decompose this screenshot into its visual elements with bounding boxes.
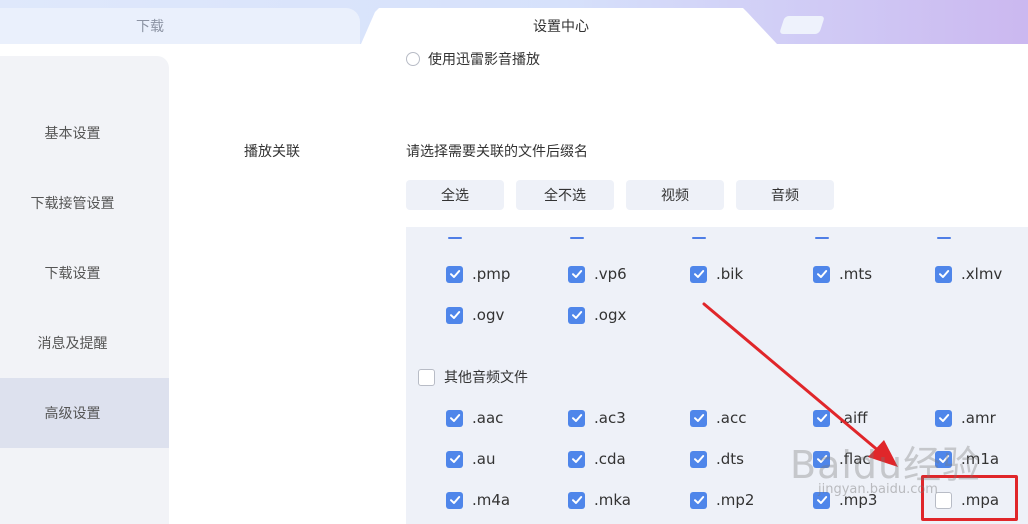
section-hint: 请选择需要关联的文件后缀名 [406, 144, 588, 160]
new-tab-button[interactable] [779, 16, 825, 34]
tab-download-label: 下载 [136, 19, 164, 35]
ext-label: .amr [961, 409, 996, 427]
checkbox-checked[interactable] [568, 265, 585, 283]
checkbox-checked[interactable] [446, 265, 463, 283]
sidebar-item-label: 高级设置 [44, 406, 101, 422]
ext-label: .mka [594, 491, 631, 509]
checkbox-checked[interactable] [690, 265, 707, 283]
ext-checkbox-mts[interactable]: .mts [813, 265, 872, 283]
ext-checkbox-ac3[interactable]: .ac3 [568, 409, 626, 427]
ext-checkbox-vp6[interactable]: .vp6 [568, 265, 627, 283]
ext-label: .pmp [472, 265, 511, 283]
ext-label: .acc [716, 409, 747, 427]
checkbox-checked[interactable] [813, 265, 830, 283]
select-all-button[interactable]: 全选 [406, 180, 504, 210]
sidebar-item-label: 下载接管设置 [30, 196, 115, 212]
ext-checkbox-dts[interactable]: .dts [690, 450, 744, 468]
checkbox-checked[interactable] [568, 491, 585, 509]
audio-group-checkbox[interactable]: 其他音频文件 [418, 367, 528, 387]
ext-label: .mpa [961, 491, 1000, 509]
sidebar-item-notifications[interactable]: 消息及提醒 [0, 308, 169, 378]
scrolled-checkbox-edge [570, 237, 584, 239]
ext-label: .ogx [594, 306, 627, 324]
group-title-label: 其他音频文件 [444, 370, 528, 386]
section-label: 播放关联 [244, 144, 300, 160]
sidebar-item-advanced[interactable]: 高级设置 [0, 378, 169, 448]
ext-checkbox-pmp[interactable]: .pmp [446, 265, 510, 283]
checkbox-checked[interactable] [813, 409, 830, 427]
ext-label: .ogv [472, 306, 505, 324]
checkbox-checked[interactable] [568, 409, 585, 427]
ext-label: .aiff [839, 409, 868, 427]
ext-checkbox-mpa[interactable]: .mpa [935, 491, 999, 509]
video-filter-button[interactable]: 视频 [626, 180, 724, 210]
checkbox-checked[interactable] [935, 409, 952, 427]
ext-checkbox-aiff[interactable]: .aiff [813, 409, 867, 427]
checkbox-checked[interactable] [935, 265, 952, 283]
checkbox-checked[interactable] [446, 409, 463, 427]
ext-checkbox-ogx[interactable]: .ogx [568, 306, 626, 324]
checkbox-checked[interactable] [446, 491, 463, 509]
ext-label: .vp6 [594, 265, 627, 283]
ext-checkbox-cda[interactable]: .cda [568, 450, 626, 468]
watermark-url: jingyan.baidu.com [818, 482, 938, 497]
ext-checkbox-mka[interactable]: .mka [568, 491, 631, 509]
sidebar-item-download-takeover[interactable]: 下载接管设置 [0, 168, 169, 238]
ext-label: .mp2 [716, 491, 755, 509]
checkbox-checked[interactable] [446, 306, 463, 324]
ext-label: .au [472, 450, 496, 468]
sidebar-item-label: 基本设置 [44, 126, 101, 142]
tab-bar: 下载 设置中心 [0, 0, 1028, 44]
ext-checkbox-bik[interactable]: .bik [690, 265, 743, 283]
checkbox-checked[interactable] [568, 306, 585, 324]
tab-download[interactable]: 下载 [0, 8, 360, 44]
scrolled-checkbox-edge [448, 237, 462, 239]
radio-button[interactable] [406, 52, 420, 66]
sidebar: 基本设置 下载接管设置 下载设置 消息及提醒 高级设置 [0, 56, 169, 524]
checkbox-checked[interactable] [446, 450, 463, 468]
scrolled-checkbox-edge [937, 237, 951, 239]
select-none-button[interactable]: 全不选 [516, 180, 614, 210]
ext-checkbox-m4a[interactable]: .m4a [446, 491, 510, 509]
scrolled-checkbox-edge [815, 237, 829, 239]
checkbox-checked[interactable] [690, 409, 707, 427]
ext-checkbox-xlmv[interactable]: .xlmv [935, 265, 1002, 283]
checkbox-checked[interactable] [690, 450, 707, 468]
ext-label: .mts [839, 265, 873, 283]
watermark-logo: Baidu经验 [790, 443, 982, 487]
ext-label: .m4a [472, 491, 511, 509]
sidebar-item-label: 消息及提醒 [37, 336, 108, 352]
tab-settings-label: 设置中心 [533, 19, 589, 35]
radio-label: 使用迅雷影音播放 [428, 52, 540, 68]
ext-checkbox-amr[interactable]: .amr [935, 409, 996, 427]
ext-label: .xlmv [961, 265, 1003, 283]
ext-label: .ac3 [594, 409, 626, 427]
ext-checkbox-acc[interactable]: .acc [690, 409, 746, 427]
audio-filter-button[interactable]: 音频 [736, 180, 834, 210]
ext-label: .bik [716, 265, 744, 283]
checkbox-unchecked[interactable] [418, 368, 435, 386]
scrolled-checkbox-edge [692, 237, 706, 239]
ext-checkbox-aac[interactable]: .aac [446, 409, 503, 427]
checkbox-checked[interactable] [568, 450, 585, 468]
ext-checkbox-au[interactable]: .au [446, 450, 495, 468]
player-radio-option[interactable]: 使用迅雷影音播放 [406, 49, 540, 69]
sidebar-item-download[interactable]: 下载设置 [0, 238, 169, 308]
ext-checkbox-ogv[interactable]: .ogv [446, 306, 504, 324]
tab-settings[interactable]: 设置中心 [361, 8, 777, 44]
checkbox-checked[interactable] [690, 491, 707, 509]
ext-label: .cda [594, 450, 626, 468]
ext-label: .aac [472, 409, 504, 427]
sidebar-item-label: 下载设置 [44, 266, 101, 282]
sidebar-item-basic[interactable]: 基本设置 [0, 98, 169, 168]
ext-label: .dts [716, 450, 744, 468]
ext-checkbox-mp2[interactable]: .mp2 [690, 491, 754, 509]
